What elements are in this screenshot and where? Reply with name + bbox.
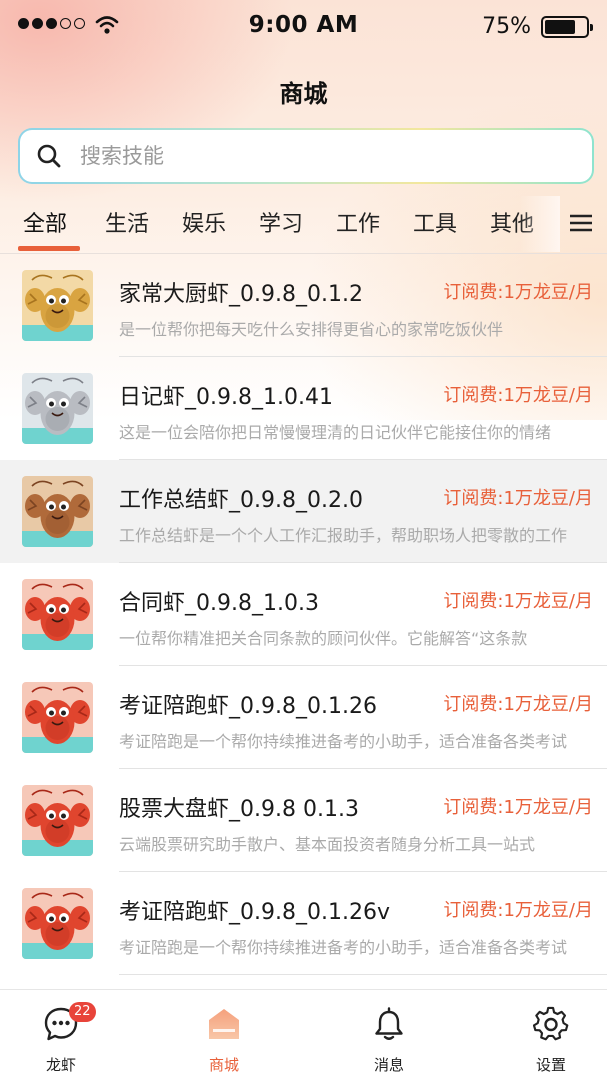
search-icon bbox=[37, 144, 61, 168]
item-price: 订阅费:1万龙豆/月 bbox=[443, 797, 593, 818]
item-price: 订阅费:1万龙豆/月 bbox=[443, 488, 593, 509]
list-item[interactable]: 股票大盘虾_0.9.8 0.1.3 订阅费:1万龙豆/月云端股票研究助手散户、基本… bbox=[0, 769, 607, 872]
page-header: 商城 bbox=[0, 74, 607, 114]
lobster-avatar bbox=[22, 270, 93, 341]
tab-all[interactable]: 全部 bbox=[23, 206, 67, 250]
tab-entertainment[interactable]: 娱乐 bbox=[182, 206, 226, 250]
lobster-avatar bbox=[22, 785, 93, 856]
item-name: 工作总结虾_0.9.8_0.2.0 bbox=[119, 488, 363, 513]
bell-icon bbox=[375, 1007, 403, 1040]
list-item[interactable]: 日记虾_0.9.8_1.0.41 订阅费:1万龙豆/月这是一位会陪你把日常慢慢理清… bbox=[0, 357, 607, 460]
item-name: 家常大厨虾_0.9.8_0.1.2 bbox=[119, 282, 363, 307]
nav-store[interactable]: 商城 bbox=[164, 990, 284, 1080]
item-description: 考证陪跑是一个帮你持续推进备考的小助手，适合准备各类考试 bbox=[119, 732, 568, 751]
category-tabs: 全部 生活 娱乐 学习 工作 工具 其他 bbox=[0, 196, 607, 254]
list-item[interactable]: 合同虾_0.9.8_1.0.3 订阅费:1万龙豆/月一位帮你精准把关合同条款的顾问… bbox=[0, 563, 607, 666]
item-description: 一位帮你精准把关合同条款的顾问伙伴。它能解答“这条款 bbox=[119, 629, 528, 648]
battery-percentage: 75% bbox=[482, 14, 531, 39]
tab-tools[interactable]: 工具 bbox=[413, 206, 457, 250]
item-description: 是一位帮你把每天吃什么安排得更省心的家常吃饭伙伴 bbox=[119, 320, 504, 339]
lobster-avatar bbox=[22, 476, 93, 547]
item-price: 订阅费:1万龙豆/月 bbox=[443, 385, 593, 406]
list-item[interactable]: 家常大厨虾_0.9.8_0.1.2 订阅费:1万龙豆/月是一位帮你把每天吃什么安排… bbox=[0, 254, 607, 357]
search-input[interactable] bbox=[80, 144, 520, 168]
item-price: 订阅费:1万龙豆/月 bbox=[443, 282, 593, 303]
item-price: 订阅费:1万龙豆/月 bbox=[443, 900, 593, 921]
lobster-avatar bbox=[22, 682, 93, 753]
unread-badge: 22 bbox=[69, 1002, 96, 1022]
item-name: 考证陪跑虾_0.9.8_0.1.26 bbox=[119, 694, 377, 719]
item-name: 日记虾_0.9.8_1.0.41 bbox=[119, 385, 333, 410]
item-description: 云端股票研究助手散户、基本面投资者随身分析工具一站式 bbox=[119, 835, 536, 854]
tab-work[interactable]: 工作 bbox=[336, 206, 380, 250]
tab-life[interactable]: 生活 bbox=[105, 206, 149, 250]
item-description: 这是一位会陪你把日常慢慢理清的日记伙伴它能接住你的情绪 bbox=[119, 423, 552, 442]
search-bar[interactable] bbox=[18, 128, 594, 184]
item-description: 考证陪跑是一个帮你持续推进备考的小助手，适合准备各类考试 bbox=[119, 938, 568, 957]
page-title: 商城 bbox=[279, 80, 328, 108]
gear-icon bbox=[533, 1006, 569, 1041]
tab-study[interactable]: 学习 bbox=[259, 206, 303, 250]
divider bbox=[119, 974, 607, 975]
active-tab-indicator bbox=[18, 246, 80, 251]
item-name: 股票大盘虾_0.9.8 0.1.3 bbox=[119, 797, 359, 822]
nav-settings[interactable]: 设置 bbox=[491, 990, 607, 1080]
nav-label: 商城 bbox=[208, 1056, 239, 1074]
lobster-avatar bbox=[22, 888, 93, 959]
nav-messages[interactable]: 消息 bbox=[329, 990, 449, 1080]
item-name: 考证陪跑虾_0.9.8_0.1.26v bbox=[119, 900, 390, 925]
nav-label: 龙虾 bbox=[45, 1056, 76, 1074]
skill-list: 家常大厨虾_0.9.8_0.1.2 订阅费:1万龙豆/月 是一位帮你把每天吃什么安排… bbox=[0, 254, 607, 989]
lobster-avatar bbox=[22, 579, 93, 650]
list-item[interactable]: 工作总结虾_0.9.8_0.2.0 订阅费:1万龙豆/月工作总结虾是一个个人工作汇… bbox=[0, 460, 607, 563]
item-price: 订阅费:1万龙豆/月 bbox=[443, 591, 593, 612]
battery-icon bbox=[541, 16, 593, 38]
list-item[interactable]: 考证陪跑虾_0.9.8_0.1.26v 订阅费:1万龙豆/月考证陪跑是一个帮你持续… bbox=[0, 872, 607, 975]
status-bar: 9:00 AM 75% bbox=[0, 0, 607, 54]
list-item[interactable]: 考证陪跑虾_0.9.8_0.1.26 订阅费:1万龙豆/月考证陪跑是一个帮你持续推… bbox=[0, 666, 607, 769]
item-description: 工作总结虾是一个个人工作汇报助手，帮助职场人把零散的工作 bbox=[119, 526, 568, 545]
nav-label: 设置 bbox=[535, 1056, 566, 1074]
nav-longxia[interactable]: 22 龙虾 bbox=[1, 990, 121, 1080]
lobster-avatar bbox=[22, 373, 93, 444]
store-icon bbox=[209, 1009, 239, 1039]
menu-icon[interactable] bbox=[568, 210, 594, 236]
item-price: 订阅费:1万龙豆/月 bbox=[443, 694, 593, 715]
item-name: 合同虾_0.9.8_1.0.3 bbox=[119, 591, 319, 616]
bottom-navigation: 22 龙虾 商城 消息 设置 bbox=[0, 989, 607, 1080]
nav-label: 消息 bbox=[373, 1056, 404, 1074]
